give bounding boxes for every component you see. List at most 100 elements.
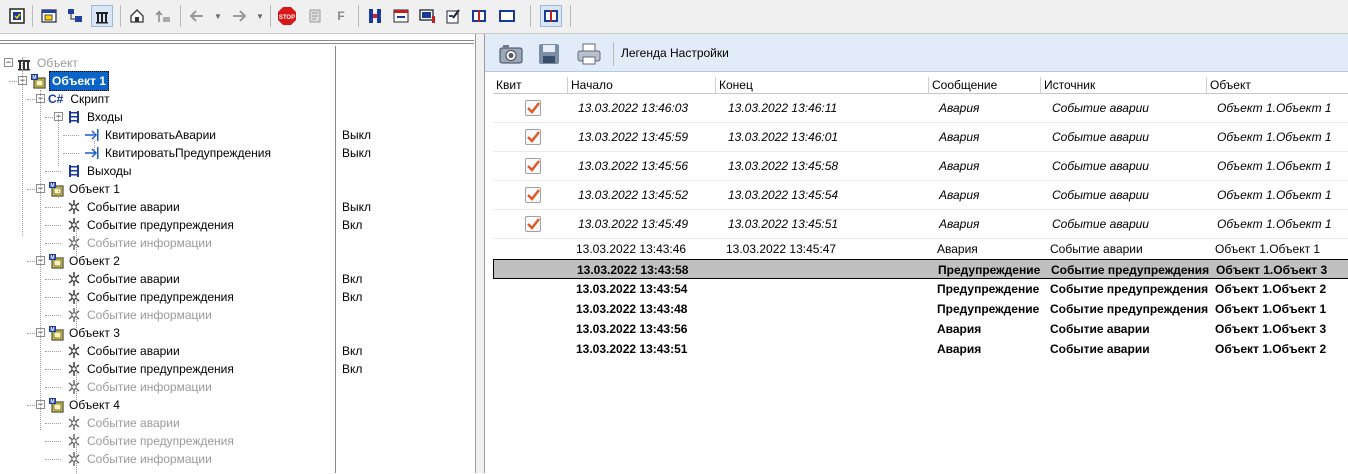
up-folder-icon[interactable]: [152, 5, 174, 27]
forward-icon[interactable]: [228, 5, 250, 27]
book-icon[interactable]: [468, 5, 490, 27]
event-cell-message: Авария: [939, 159, 980, 173]
tree-root[interactable]: ◦◦◦ Объект: [16, 54, 80, 72]
print-icon[interactable]: [575, 40, 603, 68]
object-icon: M: [48, 397, 64, 413]
camera-icon[interactable]: [497, 40, 525, 68]
tree-column-divider[interactable]: [335, 46, 336, 473]
tree-node[interactable]: Событие аварии: [66, 270, 182, 288]
event-cell-object: Объект 1.Объект 1: [1217, 188, 1332, 202]
save-icon[interactable]: [535, 40, 563, 68]
tree-node[interactable]: Событие аварии: [66, 198, 182, 216]
stop-icon[interactable]: STOP: [276, 5, 298, 27]
io-block-icon: [66, 109, 82, 125]
event-icon: [66, 271, 82, 287]
event-row[interactable]: 13.03.2022 13:45:56 13.03.2022 13:45:58 Ав…: [493, 152, 1348, 181]
ack-checkbox[interactable]: [525, 216, 541, 232]
home-icon[interactable]: [126, 5, 148, 27]
tree-node[interactable]: M Объект 1: [30, 71, 109, 91]
tree-node[interactable]: Событие предупреждения: [66, 360, 236, 378]
monitor-icon[interactable]: [416, 5, 438, 27]
tree-node-value[interactable]: Вкл: [342, 288, 362, 306]
events-toolbar: Легенда Настройки: [485, 34, 1348, 72]
form-icon[interactable]: [390, 5, 412, 27]
document-edit-icon[interactable]: [442, 5, 464, 27]
tree-header-line: [0, 40, 474, 44]
print-preview-icon[interactable]: [304, 5, 326, 27]
column-header-message[interactable]: Сообщение: [928, 77, 1040, 93]
tree-node[interactable]: КвитироватьПредупреждения: [84, 144, 273, 162]
tree-node[interactable]: КвитироватьАварии: [84, 126, 218, 144]
tree-node-label: Входы: [87, 110, 123, 124]
filter-f-icon[interactable]: F: [330, 5, 352, 27]
journal-icon[interactable]: [540, 5, 562, 27]
tree-node-value[interactable]: Вкл: [342, 216, 362, 234]
svg-text:M: M: [32, 75, 36, 81]
tree-node[interactable]: Событие информации: [66, 234, 214, 252]
event-cell-start: 13.03.2022 13:45:56: [578, 159, 689, 173]
ack-checkbox[interactable]: [525, 100, 541, 116]
event-row[interactable]: 13.03.2022 13:43:46 13.03.2022 13:45:47 Ав…: [493, 239, 1348, 259]
tree-node[interactable]: M Объект 2: [48, 252, 122, 270]
tree-node-label: Событие информации: [87, 452, 212, 466]
forward-dropdown-icon[interactable]: ▼: [256, 12, 264, 21]
settings-button[interactable]: Настройки: [670, 46, 729, 60]
column-header-end[interactable]: Конец: [715, 77, 928, 93]
event-row[interactable]: 13.03.2022 13:45:52 13.03.2022 13:45:54 Ав…: [493, 181, 1348, 210]
tree-node[interactable]: Событие аварии: [66, 414, 182, 432]
tree-root-label: Объект: [37, 56, 78, 70]
panel-splitter[interactable]: [476, 34, 484, 473]
back-dropdown-icon[interactable]: ▼: [214, 12, 222, 21]
tree-node-value[interactable]: Выкл: [342, 126, 371, 144]
event-cell-message: Авария: [937, 322, 982, 336]
tree-node[interactable]: Событие предупреждения: [66, 432, 236, 450]
tree-node[interactable]: C# Скрипт: [48, 90, 112, 108]
tree-node[interactable]: M Объект 4: [48, 396, 122, 414]
tree-node-value[interactable]: Вкл: [342, 360, 362, 378]
event-row[interactable]: 13.03.2022 13:43:48 Предупреждение Событие…: [493, 299, 1348, 319]
tree-node[interactable]: Событие информации: [66, 450, 214, 468]
tree-node-value[interactable]: Вкл: [342, 342, 362, 360]
event-icon: [66, 433, 82, 449]
event-cell-source: Событие аварии: [1052, 217, 1149, 231]
tree-node[interactable]: M Объект 3: [48, 324, 122, 342]
ack-checkbox[interactable]: [525, 158, 541, 174]
tree-node[interactable]: Событие предупреждения: [66, 288, 236, 306]
tree-node-label: Объект 1: [69, 182, 120, 196]
tree-expander-icon[interactable]: −: [4, 58, 13, 67]
event-row[interactable]: 13.03.2022 13:43:51 Авария Событие аварии О…: [493, 339, 1348, 359]
tree-node-label: Событие аварии: [87, 272, 180, 286]
tree-node[interactable]: M Объект 1: [48, 180, 122, 198]
tree-node[interactable]: Выходы: [66, 162, 134, 180]
event-row[interactable]: 13.03.2022 13:45:59 13.03.2022 13:46:01 Ав…: [493, 123, 1348, 152]
event-row[interactable]: 13.03.2022 13:45:49 13.03.2022 13:45:51 Ав…: [493, 210, 1348, 239]
event-row[interactable]: 13.03.2022 13:43:56 Авария Событие аварии О…: [493, 319, 1348, 339]
legend-button[interactable]: Легенда: [621, 46, 667, 60]
tree-node[interactable]: Событие аварии: [66, 342, 182, 360]
event-cell-object: Объект 1.Объект 2: [1215, 342, 1327, 356]
tree-view-icon[interactable]: [64, 5, 86, 27]
tree-node-value[interactable]: Выкл: [342, 198, 371, 216]
tree-node[interactable]: Событие предупреждения: [66, 216, 236, 234]
back-icon[interactable]: [186, 5, 208, 27]
ack-checkbox[interactable]: [525, 129, 541, 145]
event-row[interactable]: 13.03.2022 13:46:03 13.03.2022 13:46:11 Ав…: [493, 94, 1348, 123]
column-header-source[interactable]: Источник: [1040, 77, 1206, 93]
tree-node[interactable]: Событие информации: [66, 306, 214, 324]
object-properties-icon[interactable]: [6, 5, 28, 27]
window-icon[interactable]: [38, 5, 60, 27]
tree-node-value[interactable]: Выкл: [342, 144, 371, 162]
bookmarks-icon[interactable]: [364, 5, 386, 27]
column-header-object[interactable]: Объект: [1206, 77, 1348, 93]
column-header-ack[interactable]: Квит: [493, 77, 567, 93]
ack-checkbox[interactable]: [525, 187, 541, 203]
tree-node[interactable]: Входы: [66, 108, 125, 126]
blank-window-icon[interactable]: [496, 5, 518, 27]
tree-node-value[interactable]: Вкл: [342, 270, 362, 288]
tree-node-label: Событие информации: [87, 236, 212, 250]
tree-node[interactable]: Событие информации: [66, 378, 214, 396]
column-header-start[interactable]: Начало: [567, 77, 715, 93]
event-row[interactable]: 13.03.2022 13:43:54 Предупреждение Событие…: [493, 279, 1348, 299]
event-row[interactable]: 13.03.2022 13:43:58 Предупреждение Событие…: [493, 259, 1348, 279]
list-view-icon[interactable]: [91, 5, 113, 27]
